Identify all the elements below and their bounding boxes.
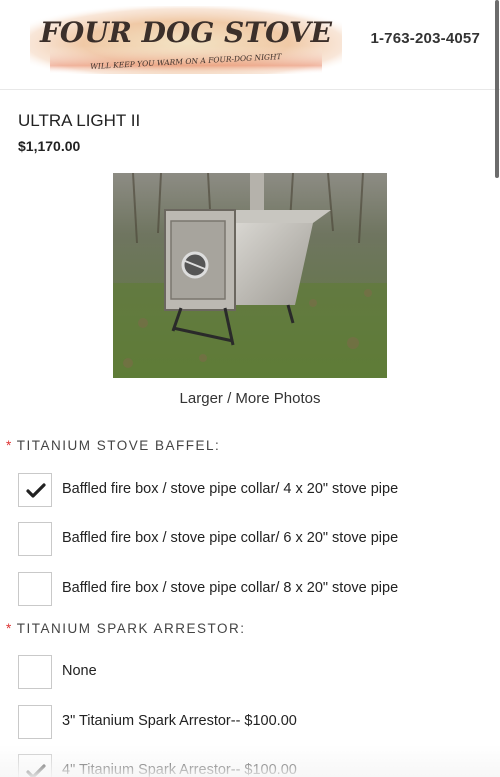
checkmark-icon [26,483,46,498]
option-label: 3" Titanium Spark Arrestor-- $100.00 [62,713,297,729]
option-label: Baffled fire box / stove pipe collar/ 8 … [62,580,399,596]
baffel-option-8x20[interactable]: Baffled fire box / stove pipe collar/ 8 … [18,572,488,606]
checkmark-icon [26,764,46,777]
checkbox[interactable] [18,522,52,556]
product-photo[interactable] [113,173,387,378]
site-header: FOUR DOG STOVE WILL KEEP YOU WARM ON A F… [0,0,500,90]
option-label: 4" Titanium Spark Arrestor-- $100.00 [62,762,297,777]
checkbox[interactable] [18,473,52,507]
required-mark: * [6,438,13,453]
baffel-option-6x20[interactable]: Baffled fire box / stove pipe collar/ 6 … [18,522,488,556]
product-price: $1,170.00 [18,138,81,154]
stove-baffel-section-label: * TITANIUM STOVE BAFFEL: [6,438,220,453]
spark-option-3in[interactable]: 3" Titanium Spark Arrestor-- $100.00 [18,705,488,739]
option-label: Baffled fire box / stove pipe collar/ 4 … [62,481,399,497]
spark-option-4in[interactable]: 4" Titanium Spark Arrestor-- $100.00 [18,754,488,777]
spark-arrestor-label: TITANIUM SPARK ARRESTOR: [16,621,246,636]
stove-baffel-label: TITANIUM STOVE BAFFEL: [16,438,221,453]
required-mark: * [6,621,13,636]
spark-option-none[interactable]: None [18,655,488,689]
logo-wordmark: FOUR DOG STOVE [39,16,333,49]
option-label: None [62,663,97,679]
spark-arrestor-section-label: * TITANIUM SPARK ARRESTOR: [6,621,246,636]
checkbox[interactable] [18,655,52,689]
phone-number-link[interactable]: 1-763-203-4057 [370,30,480,47]
checkbox[interactable] [18,705,52,739]
larger-photos-link[interactable]: Larger / More Photos [0,390,500,407]
scrollbar[interactable] [495,0,499,178]
checkbox[interactable] [18,572,52,606]
product-title: ULTRA LIGHT II [18,111,141,130]
baffel-option-4x20[interactable]: Baffled fire box / stove pipe collar/ 4 … [18,473,488,507]
option-label: Baffled fire box / stove pipe collar/ 6 … [62,530,399,546]
four-dog-stove-logo[interactable]: FOUR DOG STOVE WILL KEEP YOU WARM ON A F… [30,6,342,74]
checkbox[interactable] [18,754,52,777]
